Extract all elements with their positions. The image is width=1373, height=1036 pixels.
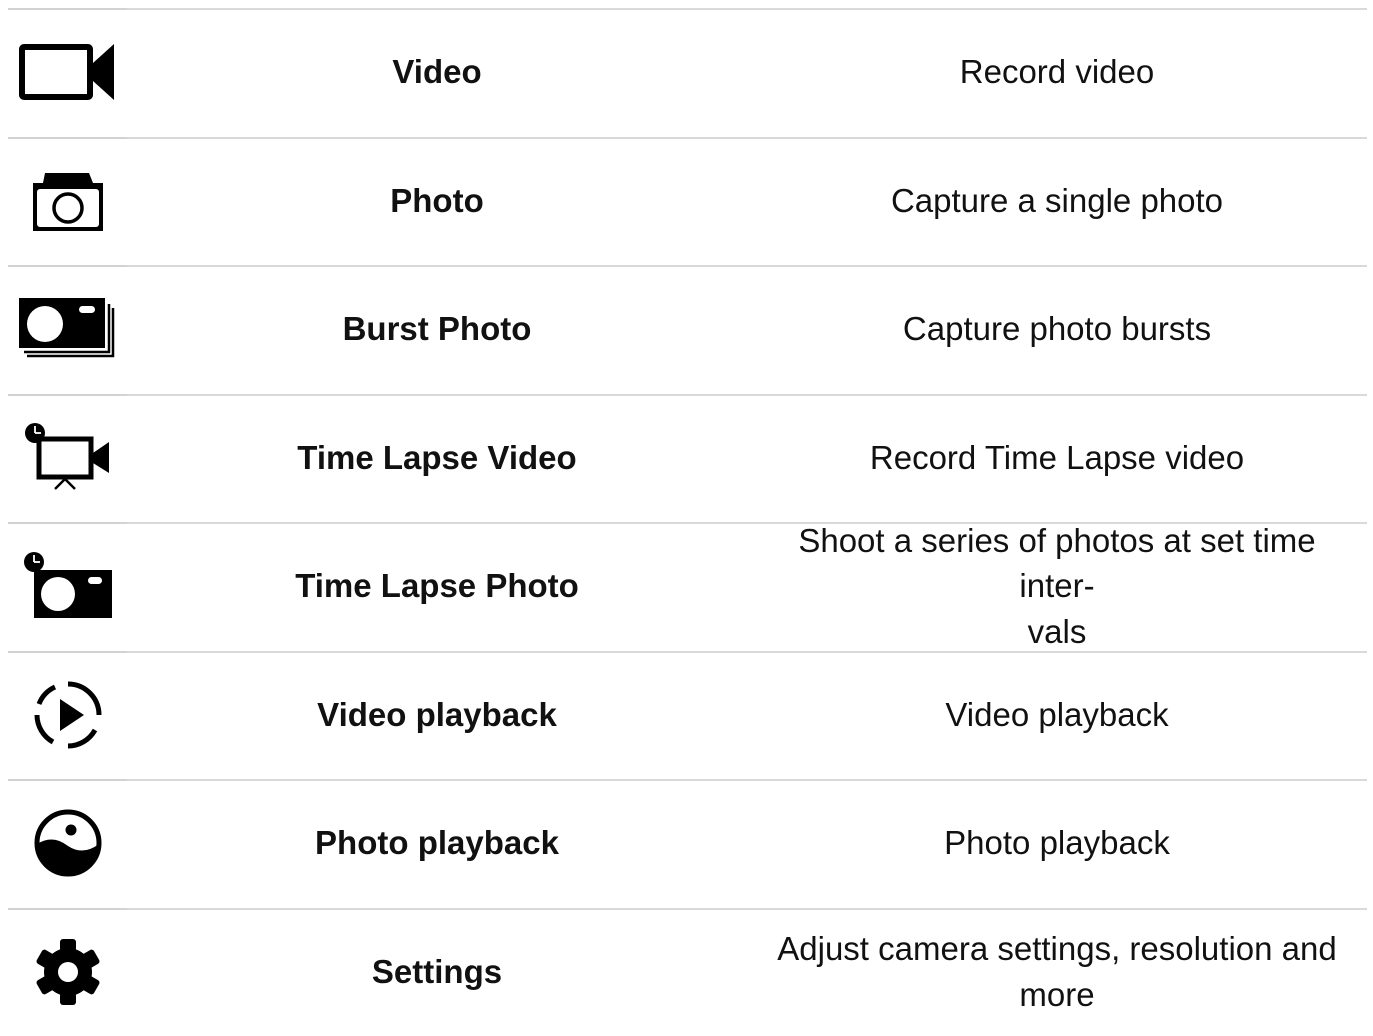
photo-camera-icon xyxy=(31,169,105,233)
table-row: Burst Photo Capture photo bursts xyxy=(0,265,1373,394)
video-playback-icon xyxy=(33,680,103,750)
table-row: Photo playback Photo playback xyxy=(0,779,1373,908)
mode-description: Video playback xyxy=(747,651,1367,780)
table-row: Video Record video xyxy=(0,8,1373,137)
mode-description: Record Time Lapse video xyxy=(747,394,1367,523)
time-lapse-video-icon xyxy=(23,423,113,493)
mode-table: Video Record video Photo Capture a singl… xyxy=(0,8,1373,1036)
mode-name: Video xyxy=(127,8,747,137)
table-row: Video playback Video playback xyxy=(0,651,1373,780)
photo-playback-icon xyxy=(33,808,103,878)
mode-name: Time Lapse Photo xyxy=(127,522,747,651)
mode-name: Photo xyxy=(127,137,747,266)
settings-gear-icon xyxy=(33,937,103,1007)
table-row: Time Lapse Video Record Time Lapse video xyxy=(0,394,1373,523)
table-row: Photo Capture a single photo xyxy=(0,137,1373,266)
mode-name: Video playback xyxy=(127,651,747,780)
mode-name: Time Lapse Video xyxy=(127,394,747,523)
mode-description: Photo playback xyxy=(747,779,1367,908)
mode-name: Settings xyxy=(127,908,747,1036)
burst-photo-icon xyxy=(19,298,117,360)
mode-description: Capture a single photo xyxy=(747,137,1367,266)
mode-description: Shoot a series of photos at set time int… xyxy=(747,522,1367,651)
table-row: Settings Adjust camera settings, resolut… xyxy=(0,908,1373,1036)
mode-description: Adjust camera settings, resolution and m… xyxy=(747,908,1367,1036)
mode-description: Capture photo bursts xyxy=(747,265,1367,394)
mode-name: Photo playback xyxy=(127,779,747,908)
mode-name: Burst Photo xyxy=(127,265,747,394)
mode-description: Record video xyxy=(747,8,1367,137)
time-lapse-photo-icon xyxy=(22,552,114,620)
table-row: Time Lapse Photo Shoot a series of photo… xyxy=(0,522,1373,651)
video-camera-icon xyxy=(18,41,118,103)
